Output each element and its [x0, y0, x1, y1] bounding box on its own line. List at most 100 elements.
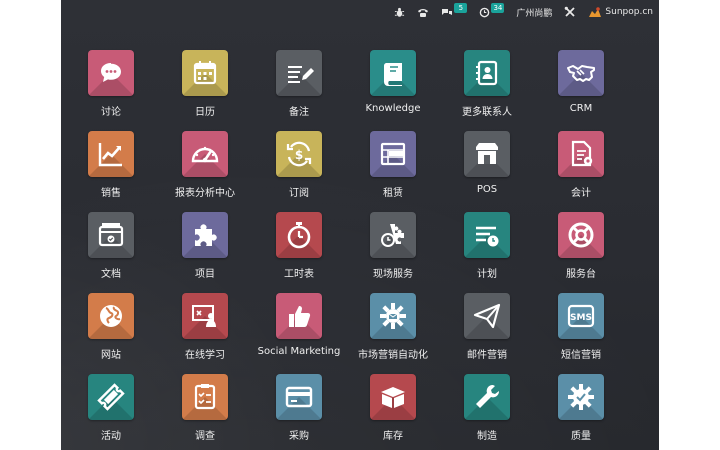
lifebuoy-icon [558, 212, 604, 258]
app-label: 计划 [477, 269, 497, 280]
app-item[interactable]: 项目 [155, 212, 255, 284]
gear-icon [370, 293, 416, 339]
app-label: 质量 [571, 431, 591, 442]
app-item[interactable]: 工时表 [249, 212, 349, 284]
inbox-icon [88, 212, 134, 258]
app-item[interactable]: 报表分析中心 [155, 131, 255, 203]
app-item[interactable]: 更多联系人 [437, 50, 537, 122]
app-label: 会计 [571, 188, 591, 199]
sales-chart-icon [88, 131, 134, 177]
phone-icon[interactable] [417, 7, 429, 18]
app-item[interactable]: 采购 [249, 374, 349, 446]
app-label: 报表分析中心 [175, 188, 235, 199]
survey-icon [182, 374, 228, 420]
app-label: 文档 [101, 269, 121, 280]
shop-icon [464, 131, 510, 177]
app-item[interactable]: 计划 [437, 212, 537, 284]
app-label: 邮件营销 [467, 350, 507, 361]
user-menu[interactable]: Sunpop.cn [588, 6, 653, 18]
top-navbar: 5 34 广州尚鹏 Sunpop.cn [61, 0, 659, 24]
app-item[interactable]: 调查 [155, 374, 255, 446]
box-icon [370, 374, 416, 420]
app-label: 租赁 [383, 188, 403, 199]
app-label: 现场服务 [373, 269, 413, 280]
app-item[interactable]: 服务台 [531, 212, 631, 284]
app-item[interactable]: POS [437, 131, 537, 203]
stopwatch-icon [276, 212, 322, 258]
app-item[interactable]: SMS 短信营销 [531, 293, 631, 365]
app-label: 项目 [195, 269, 215, 280]
app-label: 市场营销自动化 [358, 350, 428, 361]
calendar-icon [182, 50, 228, 96]
app-label: 服务台 [566, 269, 596, 280]
rental-icon [370, 131, 416, 177]
app-label: 采购 [289, 431, 309, 442]
puzzle-icon [182, 212, 228, 258]
book-icon [370, 50, 416, 96]
activities-count-badge: 34 [491, 3, 505, 13]
invoice-icon [558, 131, 604, 177]
app-label: 库存 [383, 431, 403, 442]
app-label: Knowledge [365, 103, 421, 114]
app-label: 短信营销 [561, 350, 601, 361]
app-label: 在线学习 [185, 350, 225, 361]
app-item[interactable]: 备注 [249, 50, 349, 122]
app-item[interactable]: 库存 [343, 374, 443, 446]
app-label: Social Marketing [257, 346, 341, 357]
app-item[interactable]: 活动 [61, 374, 161, 446]
globe-icon [88, 293, 134, 339]
app-item[interactable]: 讨论 [61, 50, 161, 122]
home-menu: 5 34 广州尚鹏 Sunpop.cn 讨论 日历 备注 Knowledge 更多联系人… [61, 0, 659, 450]
app-grid: 讨论 日历 备注 Knowledge 更多联系人 CRM 销售 报表分析中心 $ 订阅 租赁 POS 会… [61, 50, 659, 450]
app-item[interactable]: 会计 [531, 131, 631, 203]
field-service-icon [370, 212, 416, 258]
contacts-icon [464, 50, 510, 96]
app-item[interactable]: 日历 [155, 50, 255, 122]
app-label: 日历 [195, 107, 215, 118]
app-item[interactable]: 邮件营销 [437, 293, 537, 365]
app-item[interactable]: 现场服务 [343, 212, 443, 284]
app-item[interactable]: Social Marketing [249, 293, 349, 365]
quality-icon [558, 374, 604, 420]
chat-bubbles-icon [442, 8, 453, 15]
app-label: CRM [569, 103, 593, 114]
app-label: 工时表 [284, 269, 314, 280]
user-name: Sunpop.cn [605, 7, 653, 17]
tools-icon[interactable] [564, 6, 576, 18]
sms-icon: SMS [558, 293, 604, 339]
app-item[interactable]: $ 订阅 [249, 131, 349, 203]
thumbs-up-icon [276, 293, 322, 339]
app-item[interactable]: CRM [531, 50, 631, 122]
app-label: 讨论 [101, 107, 121, 118]
app-item[interactable]: Knowledge [343, 50, 443, 122]
app-item[interactable]: 在线学习 [155, 293, 255, 365]
app-item[interactable]: 文档 [61, 212, 161, 284]
app-item[interactable]: 市场营销自动化 [343, 293, 443, 365]
messages-count-badge: 5 [454, 3, 468, 13]
wrench-icon [464, 374, 510, 420]
app-label: 备注 [289, 107, 309, 118]
svg-text:$: $ [295, 148, 303, 162]
app-item[interactable]: 租赁 [343, 131, 443, 203]
app-item[interactable]: 销售 [61, 131, 161, 203]
bug-icon[interactable] [394, 7, 405, 18]
subscription-icon: $ [276, 131, 322, 177]
messages-menu[interactable]: 5 [441, 3, 468, 18]
app-item[interactable]: 制造 [437, 374, 537, 446]
app-item[interactable]: 质量 [531, 374, 631, 446]
activities-menu[interactable]: 34 [479, 3, 505, 18]
avatar [589, 7, 602, 17]
app-label: 调查 [195, 431, 215, 442]
chat-icon [88, 50, 134, 96]
app-label: 活动 [101, 431, 121, 442]
company-switcher[interactable]: 广州尚鹏 [516, 6, 552, 19]
clock-icon [480, 7, 490, 17]
svg-text:SMS: SMS [570, 313, 592, 323]
planning-icon [464, 212, 510, 258]
app-label: 订阅 [289, 188, 309, 199]
handshake-icon [558, 50, 604, 96]
app-label: 网站 [101, 350, 121, 361]
elearning-icon [182, 293, 228, 339]
app-item[interactable]: 网站 [61, 293, 161, 365]
app-label: POS [476, 184, 498, 195]
